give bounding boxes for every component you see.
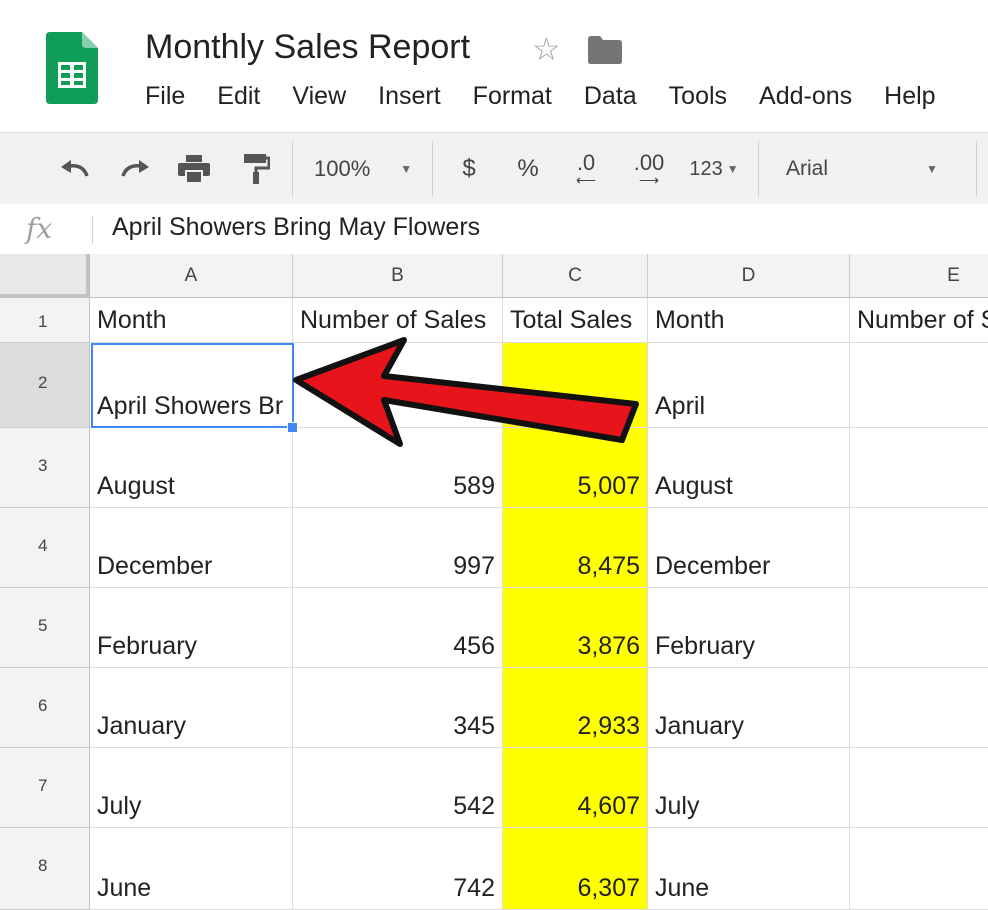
percent-format-button[interactable]: % — [512, 133, 544, 205]
paint-format-icon — [244, 154, 270, 184]
redo-icon — [121, 160, 149, 177]
decrease-decimals-button[interactable]: .0 ⟵ — [566, 133, 606, 205]
toolbar-divider — [292, 141, 293, 197]
menu-edit[interactable]: Edit — [217, 82, 260, 114]
chevron-down-icon: ▼ — [926, 162, 938, 176]
more-formats-select[interactable]: 123 ▼ — [684, 133, 744, 205]
menu-insert[interactable]: Insert — [378, 82, 441, 114]
menu-data[interactable]: Data — [584, 82, 637, 114]
fx-icon: fx — [26, 212, 53, 245]
zoom-value: 100% — [314, 156, 371, 181]
formula-divider — [92, 216, 93, 244]
increase-decimals-label: .00 — [633, 150, 665, 175]
sheets-logo-icon[interactable] — [46, 32, 98, 104]
chevron-down-icon: ▼ — [400, 162, 413, 176]
undo-icon — [61, 160, 89, 177]
increase-decimals-button[interactable]: .00 ⟶ — [626, 133, 672, 205]
formula-bar: fx April Showers Bring May Flowers — [0, 204, 988, 255]
print-button[interactable] — [174, 133, 214, 205]
menu-format[interactable]: Format — [473, 82, 552, 114]
more-formats-label: 123 — [689, 157, 723, 180]
menu-bar: File Edit View Insert Format Data Tools … — [145, 82, 968, 114]
folder-icon[interactable] — [588, 36, 622, 64]
undo-button[interactable] — [52, 133, 96, 205]
arrow-left-icon: ⟵ — [575, 172, 597, 188]
chevron-down-icon: ▼ — [726, 162, 739, 176]
toolbar-divider — [758, 141, 759, 197]
font-family-value: Arial — [786, 157, 829, 180]
formula-input[interactable]: April Showers Bring May Flowers — [112, 213, 480, 242]
arrow-right-icon: ⟶ — [638, 172, 660, 188]
toolbar: 100% ▼ $ % .0 ⟵ .00 ⟶ 123 ▼ Arial ▼ — [0, 132, 988, 206]
menu-add-ons[interactable]: Add-ons — [759, 82, 852, 114]
toolbar-divider — [432, 141, 433, 197]
title-bar: Monthly Sales Report ☆ File Edit View In… — [0, 0, 988, 132]
currency-format-button[interactable]: $ — [454, 133, 484, 205]
toolbar-divider — [976, 141, 977, 197]
document-title[interactable]: Monthly Sales Report — [145, 28, 470, 67]
paint-format-button[interactable] — [236, 133, 276, 205]
font-family-select[interactable]: Arial ▼ — [786, 133, 956, 205]
spreadsheet-grid: A B C D E 1 2 3 4 5 6 7 8 Month Number o… — [0, 254, 988, 910]
star-icon[interactable]: ☆ — [532, 30, 561, 68]
red-arrow-icon — [293, 337, 639, 447]
menu-help[interactable]: Help — [884, 82, 935, 114]
menu-tools[interactable]: Tools — [669, 82, 727, 114]
menu-view[interactable]: View — [292, 82, 346, 114]
print-icon — [178, 155, 210, 183]
zoom-select[interactable]: 100% ▼ — [314, 133, 424, 205]
redo-button[interactable] — [114, 133, 158, 205]
percent-label: % — [517, 155, 539, 182]
menu-file[interactable]: File — [145, 82, 185, 114]
currency-label: $ — [462, 155, 476, 182]
decrease-decimals-label: .0 — [576, 150, 596, 175]
